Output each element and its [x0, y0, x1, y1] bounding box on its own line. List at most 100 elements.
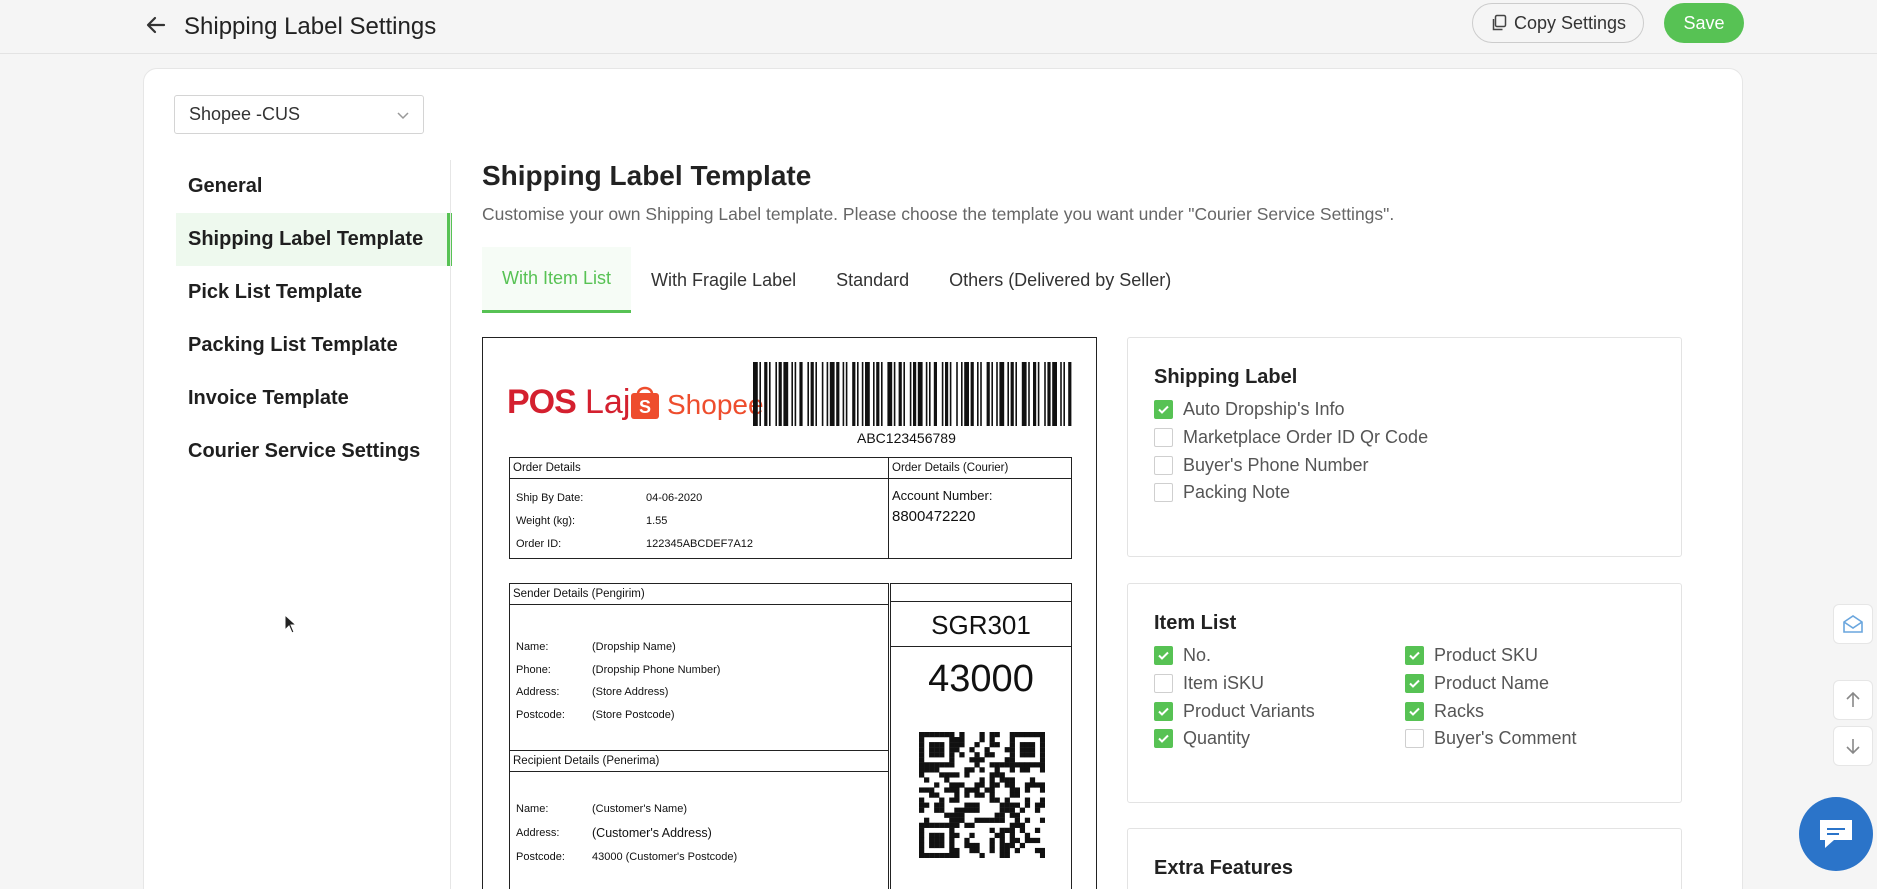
option-racks[interactable]: Racks — [1405, 701, 1484, 722]
sender-postcode-value: (Store Postcode) — [592, 709, 675, 721]
check-icon — [1158, 707, 1169, 716]
tab-others-delivered-by-seller[interactable]: Others (Delivered by Seller) — [929, 247, 1191, 313]
checkbox-checked[interactable] — [1154, 646, 1173, 665]
arrow-up-icon — [1846, 691, 1860, 707]
recipient-name-value: (Customer's Name) — [592, 803, 688, 815]
checkbox-unchecked[interactable] — [1154, 483, 1173, 502]
sender-address-value: (Store Address) — [592, 686, 669, 698]
checkbox-checked[interactable] — [1154, 702, 1173, 721]
sidebar-item-courier-service-settings[interactable]: Courier Service Settings — [176, 425, 452, 478]
item-list-panel-title: Item List — [1154, 612, 1237, 634]
item-list-panel: Item List No. Product SKU Item iSKU Prod… — [1127, 583, 1682, 803]
extra-features-panel-title: Extra Features — [1154, 857, 1293, 879]
option-label: Marketplace Order ID Qr Code — [1183, 427, 1429, 447]
copy-settings-label: Copy Settings — [1513, 12, 1627, 33]
save-button[interactable]: Save — [1664, 3, 1744, 43]
option-product-name[interactable]: Product Name — [1405, 673, 1549, 694]
back-button[interactable] — [142, 10, 170, 40]
checkbox-unchecked[interactable] — [1154, 674, 1173, 693]
section-subtitle: Customise your own Shipping Label templa… — [482, 204, 1395, 224]
barcode-image — [753, 362, 1072, 426]
routing-box: SGR301 43000 — [890, 583, 1072, 889]
option-buyers-comment[interactable]: Buyer's Comment — [1405, 728, 1576, 749]
checkbox-checked[interactable] — [1154, 400, 1173, 419]
sidebar-nav: General Shipping Label Template Pick Lis… — [176, 160, 452, 478]
sender-phone-label: Phone: — [516, 664, 551, 676]
option-marketplace-order-id-qr[interactable]: Marketplace Order ID Qr Code — [1154, 427, 1428, 448]
check-icon — [1409, 651, 1420, 660]
postcode-large: 43000 — [928, 658, 1034, 700]
option-product-variants[interactable]: Product Variants — [1154, 701, 1315, 722]
ship-by-value: 04-06-2020 — [646, 492, 703, 504]
label-preview: POS Laju S Shopee ABC123456789 Order Det… — [482, 337, 1097, 889]
option-label: Product Name — [1434, 673, 1550, 693]
checkbox-unchecked[interactable] — [1154, 428, 1173, 447]
courier-heading: Order Details (Courier) — [889, 458, 1071, 479]
sender-name-value: (Dropship Name) — [592, 641, 676, 653]
chevron-down-icon — [397, 112, 409, 120]
store-select[interactable]: Shopee -CUS — [174, 95, 424, 134]
check-icon — [1158, 734, 1169, 743]
order-id-value: 122345ABCDEF7A12 — [646, 538, 754, 550]
checkbox-unchecked[interactable] — [1154, 456, 1173, 475]
arrow-left-icon — [146, 16, 166, 34]
sidebar-item-packing-list-template[interactable]: Packing List Template — [176, 319, 452, 372]
option-buyers-phone-number[interactable]: Buyer's Phone Number — [1154, 455, 1369, 476]
routing-divider — [891, 646, 1071, 647]
order-details-heading: Order Details — [510, 458, 888, 479]
account-number-label: Account Number: — [892, 488, 993, 503]
tab-with-fragile-label[interactable]: With Fragile Label — [631, 247, 816, 313]
sidebar-item-pick-list-template[interactable]: Pick List Template — [176, 266, 452, 319]
mail-button[interactable] — [1833, 604, 1873, 644]
page-title: Shipping Label Settings — [184, 13, 437, 40]
tab-with-item-list[interactable]: With Item List — [482, 247, 632, 313]
sidebar-divider — [450, 160, 451, 889]
option-label: Product Variants — [1183, 701, 1315, 721]
recipient-address-value: (Customer's Address) — [592, 826, 712, 840]
recipient-name-label: Name: — [516, 803, 549, 815]
option-label: Racks — [1434, 701, 1485, 721]
sidebar-item-shipping-label-template[interactable]: Shipping Label Template — [176, 213, 452, 266]
tab-standard[interactable]: Standard — [816, 247, 929, 313]
copy-icon — [1492, 14, 1507, 31]
option-no[interactable]: No. — [1154, 645, 1211, 666]
check-icon — [1409, 707, 1420, 716]
option-item-isku[interactable]: Item iSKU — [1154, 673, 1264, 694]
option-packing-note[interactable]: Packing Note — [1154, 482, 1290, 503]
check-icon — [1409, 679, 1420, 688]
option-product-sku[interactable]: Product SKU — [1405, 645, 1538, 666]
weight-value: 1.55 — [646, 515, 668, 527]
scroll-up-button[interactable] — [1833, 680, 1873, 720]
sidebar-item-invoice-template[interactable]: Invoice Template — [176, 372, 452, 425]
option-label: Packing Note — [1183, 482, 1291, 502]
shipping-label-panel: Shipping Label Auto Dropship's Info Mark… — [1127, 337, 1682, 557]
sender-address-label: Address: — [516, 686, 560, 698]
account-number-value: 8800472220 — [892, 508, 976, 525]
copy-settings-button[interactable]: Copy Settings — [1472, 3, 1644, 43]
checkbox-checked[interactable] — [1154, 729, 1173, 748]
sender-recipient-box: Sender Details (Pengirim) Name: (Dropshi… — [509, 583, 889, 889]
option-auto-dropship-info[interactable]: Auto Dropship's Info — [1154, 399, 1345, 420]
checkbox-checked[interactable] — [1405, 646, 1424, 665]
option-quantity[interactable]: Quantity — [1154, 728, 1250, 749]
routing-top-strip — [891, 584, 1071, 602]
order-details-box: Order Details Ship By Date: 04-06-2020 W… — [509, 457, 889, 559]
recipient-postcode-value: 43000 (Customer's Postcode) — [592, 851, 738, 863]
option-label: Buyer's Comment — [1434, 728, 1577, 748]
recipient-heading: Recipient Details (Penerima) — [510, 751, 888, 772]
store-select-value: Shopee -CUS — [189, 104, 301, 124]
check-icon — [1158, 405, 1169, 414]
chat-button[interactable] — [1799, 797, 1873, 871]
sender-name-label: Name: — [516, 641, 549, 653]
sender-postcode-label: Postcode: — [516, 709, 565, 721]
checkbox-unchecked[interactable] — [1405, 729, 1424, 748]
poslaju-logo-pos: POS — [507, 383, 577, 421]
scroll-down-button[interactable] — [1833, 726, 1873, 766]
routing-code: SGR301 — [931, 610, 1031, 640]
top-bar: Shipping Label Settings Copy Settings Sa… — [0, 0, 1877, 54]
checkbox-checked[interactable] — [1405, 702, 1424, 721]
sidebar-item-general[interactable]: General — [176, 160, 452, 213]
ship-by-label: Ship By Date: — [516, 492, 584, 504]
section-title: Shipping Label Template — [482, 160, 812, 191]
checkbox-checked[interactable] — [1405, 674, 1424, 693]
